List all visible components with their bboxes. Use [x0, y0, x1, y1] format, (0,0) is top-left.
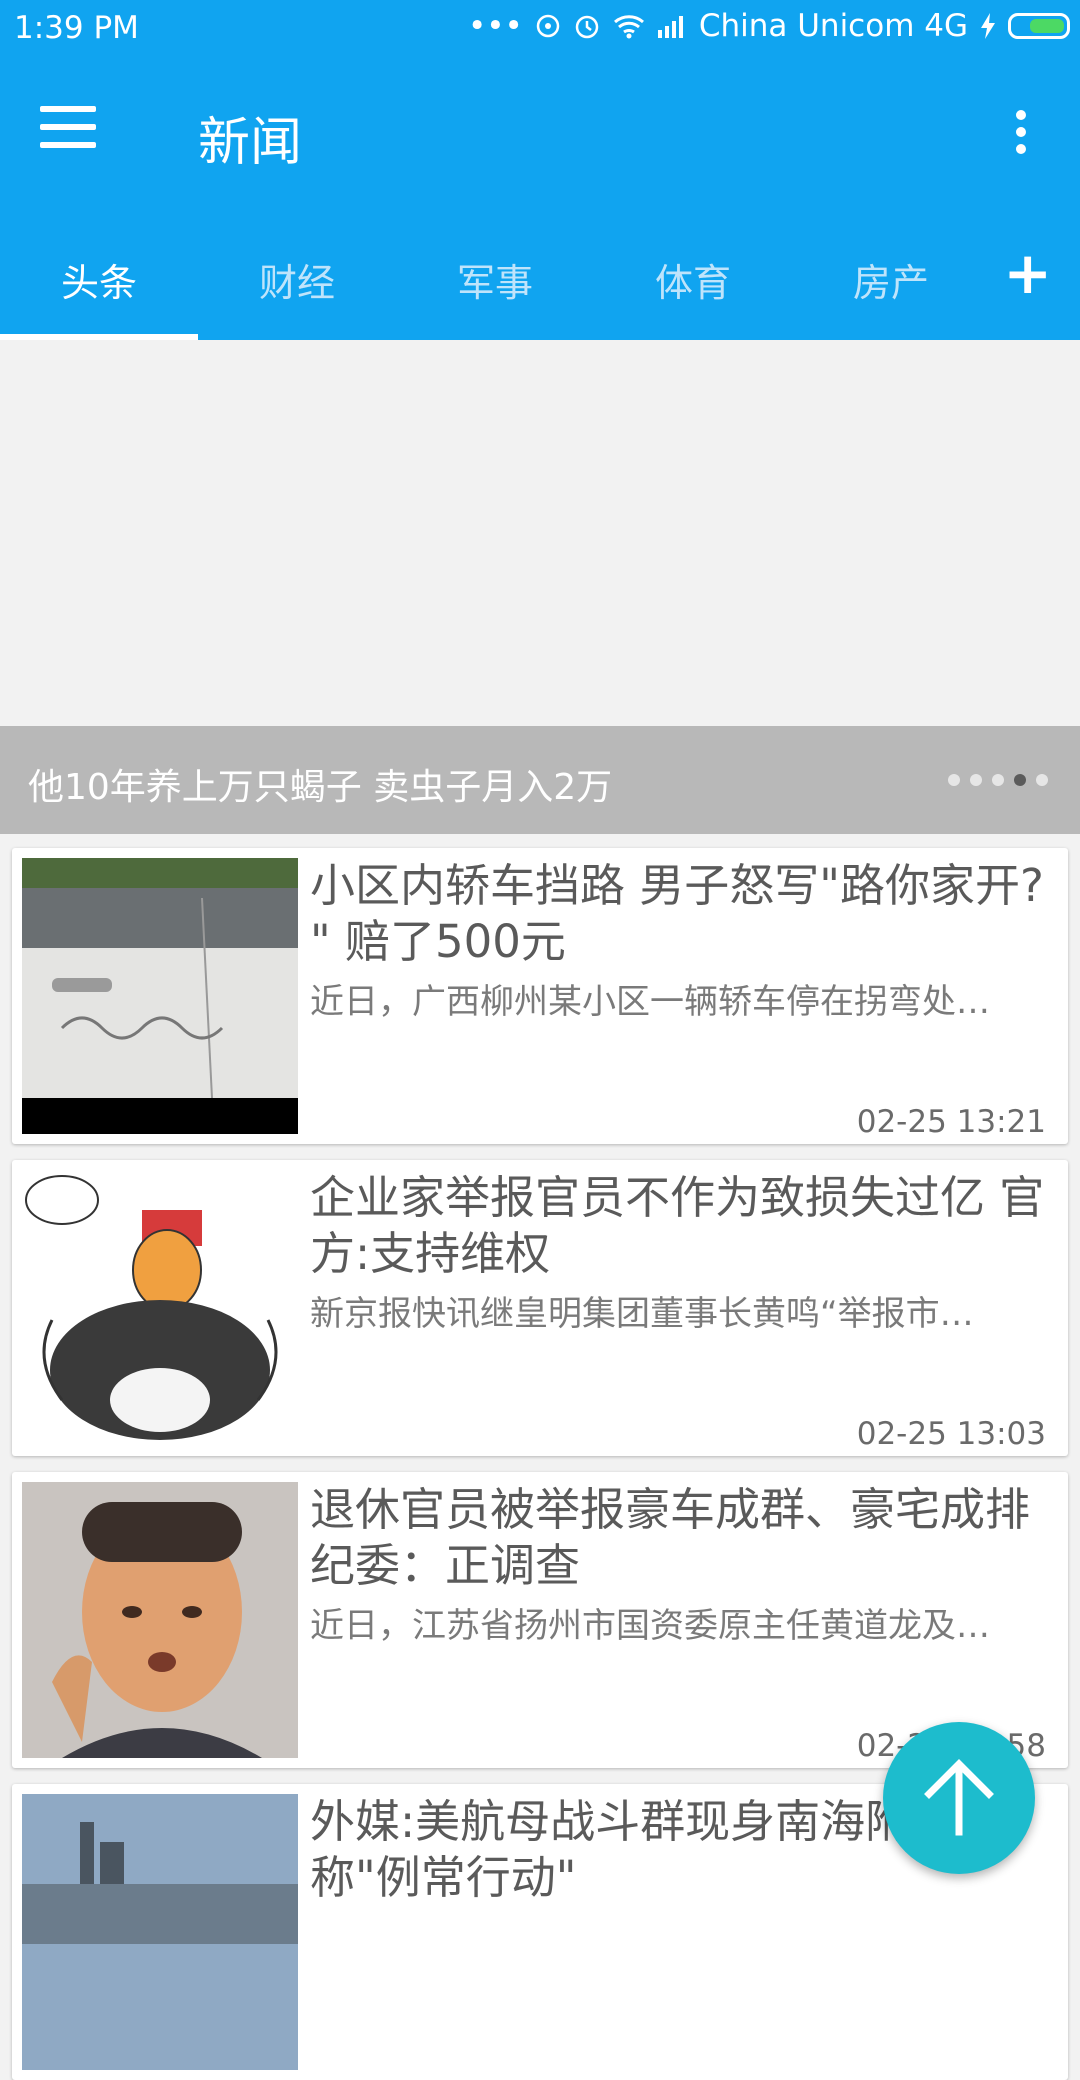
scroll-to-top-button[interactable]	[883, 1722, 1035, 1874]
status-bar: 1:39 PM ••• China Unicom 4G	[0, 0, 1080, 56]
banner-caption: 他10年养上万只蝎子 卖虫子月入2万	[28, 767, 613, 808]
app-bar: 新闻	[0, 56, 1080, 216]
hamburger-menu-icon[interactable]	[40, 106, 96, 150]
wifi-icon	[613, 13, 645, 39]
tab-finance[interactable]: 财经	[198, 252, 396, 307]
page-title: 新闻	[198, 113, 303, 173]
hotspot-icon	[535, 13, 561, 39]
add-tab-icon[interactable]: +	[1003, 244, 1052, 302]
charging-bolt-icon	[980, 13, 996, 39]
news-time: 02-25 13:03	[856, 1416, 1046, 1452]
news-thumbnail	[22, 1170, 298, 1446]
tab-military[interactable]: 军事	[396, 252, 594, 307]
page-dot	[970, 774, 982, 786]
news-thumbnail	[22, 1794, 298, 2070]
news-item[interactable]: 企业家举报官员不作为致损失过亿 官方:支持维权 新京报快讯继皇明集团董事长黄鸣“…	[12, 1160, 1068, 1456]
arrow-up-icon	[924, 1759, 994, 1836]
signal-icon	[657, 14, 687, 38]
banner-image[interactable]	[0, 340, 1080, 726]
alarm-icon	[573, 12, 601, 40]
carrier-text: China Unicom 4G	[698, 8, 968, 44]
page-dot	[1036, 774, 1048, 786]
tab-headlines[interactable]: 头条	[0, 252, 198, 307]
battery-icon	[1008, 13, 1070, 39]
news-summary: 近日，广西柳州某小区一辆轿车停在拐弯处…	[310, 982, 990, 1022]
tab-sports[interactable]: 体育	[594, 252, 792, 307]
news-thumbnail	[22, 1482, 298, 1758]
news-item[interactable]: 小区内轿车挡路 男子怒写"路你家开? " 赔了500元 近日，广西柳州某小区一辆…	[12, 848, 1068, 1144]
page-dot	[992, 774, 1004, 786]
news-title: 退休官员被举报豪车成群、豪宅成排 纪委：正调查	[310, 1483, 1031, 1592]
status-time: 1:39 PM	[14, 10, 139, 46]
banner-page-indicator	[948, 774, 1048, 786]
page-dot-active	[1014, 774, 1026, 786]
page-dot	[948, 774, 960, 786]
more-dots-icon: •••	[467, 8, 523, 44]
news-thumbnail	[22, 858, 298, 1134]
tab-real-estate[interactable]: 房产	[792, 252, 990, 307]
overflow-menu-icon[interactable]	[1016, 110, 1028, 158]
news-title: 企业家举报官员不作为致损失过亿 官方:支持维权	[310, 1171, 1045, 1280]
news-summary: 近日，江苏省扬州市国资委原主任黄道龙及…	[310, 1606, 990, 1646]
banner-caption-bar[interactable]: 他10年养上万只蝎子 卖虫子月入2万	[0, 726, 1080, 834]
status-icons: ••• China Unicom 4G	[468, 8, 1070, 44]
news-summary: 新京报快讯继皇明集团董事长黄鸣“举报市…	[310, 1294, 974, 1334]
news-time: 02-25 13:21	[856, 1104, 1046, 1140]
news-title: 小区内轿车挡路 男子怒写"路你家开? " 赔了500元	[310, 859, 1044, 968]
category-tab-bar: 头条 财经 军事 体育 房产 +	[0, 216, 1080, 340]
